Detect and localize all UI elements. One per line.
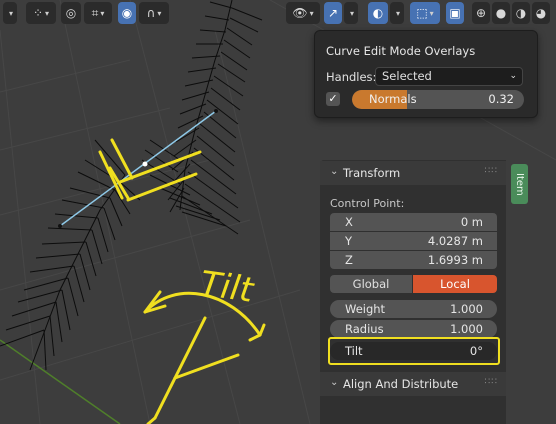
curve-normals-lower [0, 139, 141, 371]
overlays-dropdown-icon[interactable]: ▾ [390, 2, 404, 24]
collapse-arrow-icon: ⌄ [330, 166, 339, 177]
visibility-icon[interactable]: 👁 ▾ [286, 2, 320, 24]
chevron-down-icon: ⌄ [509, 71, 517, 81]
location-z-field[interactable]: Z 1.6993 m [330, 251, 497, 269]
weight-field[interactable]: Weight 1.000 [330, 300, 497, 318]
transform-panel-header[interactable]: ⌄ Transform ∷∷ [320, 161, 506, 185]
snap-icon[interactable]: ◎ [61, 2, 81, 24]
normals-slider[interactable]: Normals 0.32 [352, 90, 524, 109]
gizmo-icon[interactable]: ↗ [324, 2, 342, 24]
weight-value: 1.000 [450, 302, 483, 316]
x-value: 0 m [460, 215, 483, 229]
handle-right-point[interactable] [214, 109, 218, 113]
x-axis-line [0, 339, 121, 424]
global-toggle[interactable]: Global [330, 275, 412, 293]
sidebar-panel: ⌄ Transform ∷∷ Control Point: X 0 m Y 4.… [320, 160, 506, 424]
normals-checkbox[interactable]: ✓ [326, 92, 340, 106]
transform-pivot-icon[interactable]: ⁘ ▾ [26, 2, 56, 24]
transform-panel-title: Transform [343, 166, 401, 180]
location-y-field[interactable]: Y 4.0287 m [330, 232, 497, 250]
annotation-label: Tilt [198, 264, 258, 311]
snap-increment-icon[interactable]: ⌗ ▾ [84, 2, 112, 24]
editor-collapse-icon[interactable]: ▾ [3, 2, 17, 24]
mode-overlays-icon[interactable]: ⬚ ▾ [410, 2, 440, 24]
tilt-label: Tilt [345, 344, 363, 358]
tilt-field[interactable]: Tilt 0° [330, 342, 497, 360]
radius-value: 1.000 [450, 322, 483, 336]
drag-grip-icon[interactable]: ∷∷ [485, 166, 498, 176]
location-x-field[interactable]: X 0 m [330, 213, 497, 231]
x-label: X [345, 215, 353, 229]
handles-select[interactable]: Selected ⌄ [375, 67, 523, 86]
local-toggle[interactable]: Local [413, 275, 497, 293]
align-panel-header[interactable]: ⌄ Align And Distribute ∷∷ [320, 372, 506, 396]
gizmo-dropdown-icon[interactable]: ▾ [344, 2, 358, 24]
tilt-value: 0° [469, 344, 483, 358]
overlays-icon[interactable]: ◐ [368, 2, 388, 24]
tab-item[interactable]: Item [511, 164, 528, 204]
xray-icon[interactable]: ▣ [446, 2, 464, 24]
overlays-popover: Curve Edit Mode Overlays Handles: Select… [314, 30, 538, 118]
align-panel-title: Align And Distribute [343, 377, 459, 391]
handle-left-point[interactable] [58, 224, 62, 228]
radius-field[interactable]: Radius 1.000 [330, 320, 497, 338]
shading-wireframe-icon[interactable]: ⊕ [472, 2, 490, 24]
control-point[interactable] [142, 161, 148, 167]
z-value: 1.6993 m [427, 253, 483, 267]
control-point-label: Control Point: [330, 197, 405, 210]
drag-grip-icon[interactable]: ∷∷ [485, 377, 498, 387]
handles-select-value: Selected [382, 69, 432, 83]
shading-solid-icon[interactable]: ● [492, 2, 510, 24]
popover-title: Curve Edit Mode Overlays [326, 44, 476, 58]
weight-label: Weight [345, 302, 386, 316]
y-label: Y [345, 234, 353, 248]
handles-label: Handles: [326, 70, 377, 84]
collapse-arrow-icon: ⌄ [330, 377, 339, 388]
proportional-edit-icon[interactable]: ◉ [118, 2, 136, 24]
shading-material-icon[interactable]: ◑ [512, 2, 530, 24]
falloff-icon[interactable]: ∩ ▾ [139, 2, 169, 24]
radius-label: Radius [345, 322, 384, 336]
bezier-handle[interactable] [59, 110, 217, 227]
y-value: 4.0287 m [427, 234, 483, 248]
shading-rendered-icon[interactable]: ◕ [532, 2, 550, 24]
z-label: Z [345, 253, 353, 267]
normals-value: 0.32 [488, 92, 514, 106]
normals-label: Normals [369, 92, 417, 106]
